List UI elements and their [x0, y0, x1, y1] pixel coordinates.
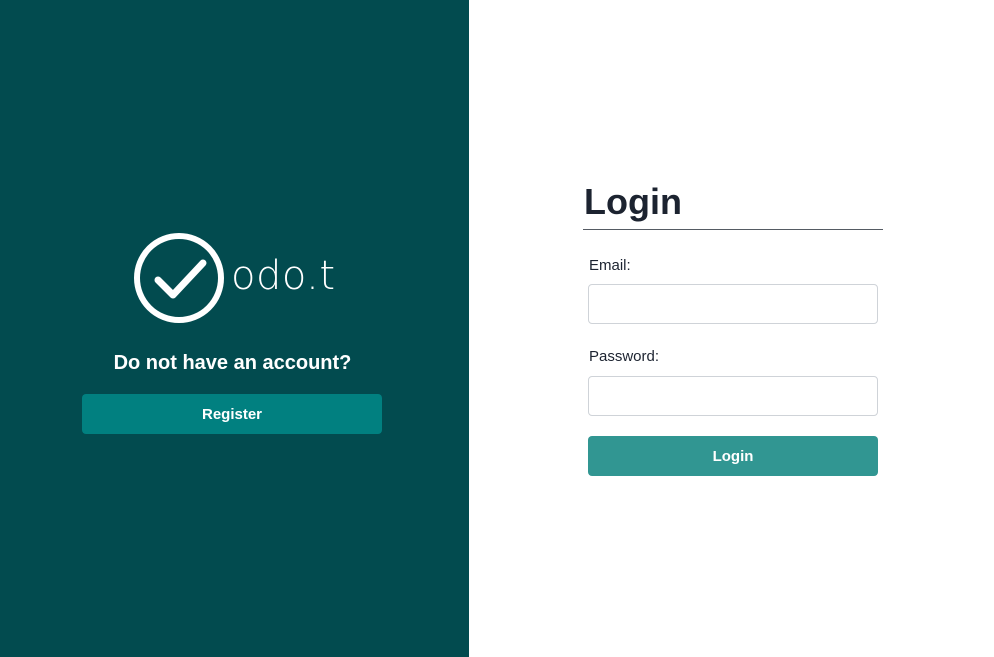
email-field[interactable]	[588, 284, 878, 324]
password-label: Password:	[589, 348, 660, 365]
email-label: Email:	[589, 257, 631, 274]
password-field[interactable]	[588, 376, 878, 416]
login-button[interactable]: Login	[588, 436, 878, 476]
brand-logo: odo.t	[133, 232, 336, 326]
register-button[interactable]: Register	[82, 394, 382, 434]
title-divider	[583, 229, 883, 230]
login-page: odo.t Do not have an account? Register L…	[0, 0, 994, 657]
login-title: Login	[584, 181, 682, 222]
check-circle-icon	[134, 233, 224, 323]
no-account-prompt: Do not have an account?	[113, 352, 352, 374]
brand-panel: odo.t Do not have an account? Register	[0, 0, 469, 657]
brand-wordmark: odo.t	[231, 253, 336, 299]
login-panel: Login Email: Password: Login	[469, 0, 994, 657]
